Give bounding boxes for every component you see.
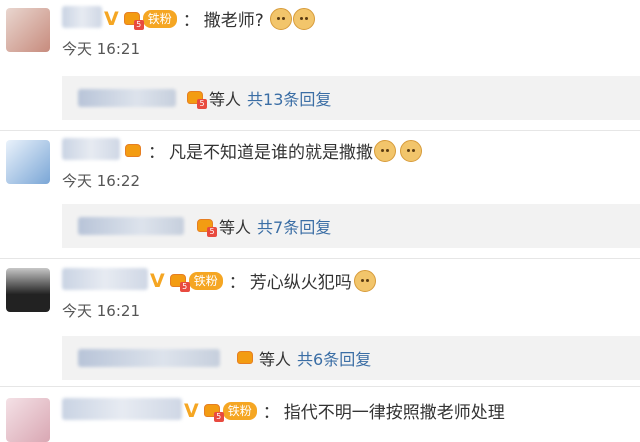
comment-time: 今天 16:21 — [62, 302, 140, 320]
avatar[interactable] — [6, 140, 50, 184]
doge-emoji-icon — [400, 139, 422, 162]
comment-text: 凡是不知道是谁的就是撒撒 — [169, 143, 373, 163]
reply-summary[interactable]: 5 等人 共7条回复 — [62, 204, 640, 248]
crown-badge-icon: 5 — [169, 272, 190, 292]
comment-text: 指代不明一律按照撒老师处理 — [283, 403, 505, 423]
fan-badge: 铁粉 — [222, 401, 257, 420]
reply-summary[interactable]: 等人 共6条回复 — [62, 336, 640, 380]
crown-badge-icon: 5 — [196, 217, 217, 237]
crown-badge-icon: 5 — [186, 89, 207, 109]
doge-emoji-icon — [269, 7, 292, 30]
crown-badge-icon: 5 — [203, 402, 224, 422]
avatar[interactable] — [6, 268, 50, 312]
comment-text: 撒老师? — [203, 11, 264, 31]
fan-badge: 铁粉 — [188, 271, 223, 290]
fan-badge: 铁粉 — [142, 9, 177, 28]
reply-count-link[interactable]: 共13条回复 — [247, 86, 331, 110]
reply-summary[interactable]: 5 等人 共13条回复 — [62, 76, 640, 120]
crown-badge-icon — [124, 142, 142, 160]
comment-time: 今天 16:21 — [62, 40, 140, 58]
verified-icon: V — [150, 269, 165, 292]
comment-time: 今天 16:22 — [62, 172, 140, 190]
verified-icon: V — [184, 399, 199, 422]
verified-icon: V — [104, 7, 119, 30]
reply-count-link[interactable]: 共6条回复 — [297, 346, 371, 370]
avatar[interactable] — [6, 8, 50, 52]
doge-emoji-icon — [353, 269, 376, 292]
comment-text: 芳心纵火犯吗 — [249, 273, 352, 293]
reply-count-link[interactable]: 共7条回复 — [257, 214, 331, 238]
crown-badge-icon: 5 — [123, 10, 144, 30]
avatar[interactable] — [6, 398, 50, 442]
doge-emoji-icon — [374, 139, 396, 162]
crown-badge-icon — [236, 349, 254, 367]
doge-emoji-icon — [292, 7, 315, 30]
